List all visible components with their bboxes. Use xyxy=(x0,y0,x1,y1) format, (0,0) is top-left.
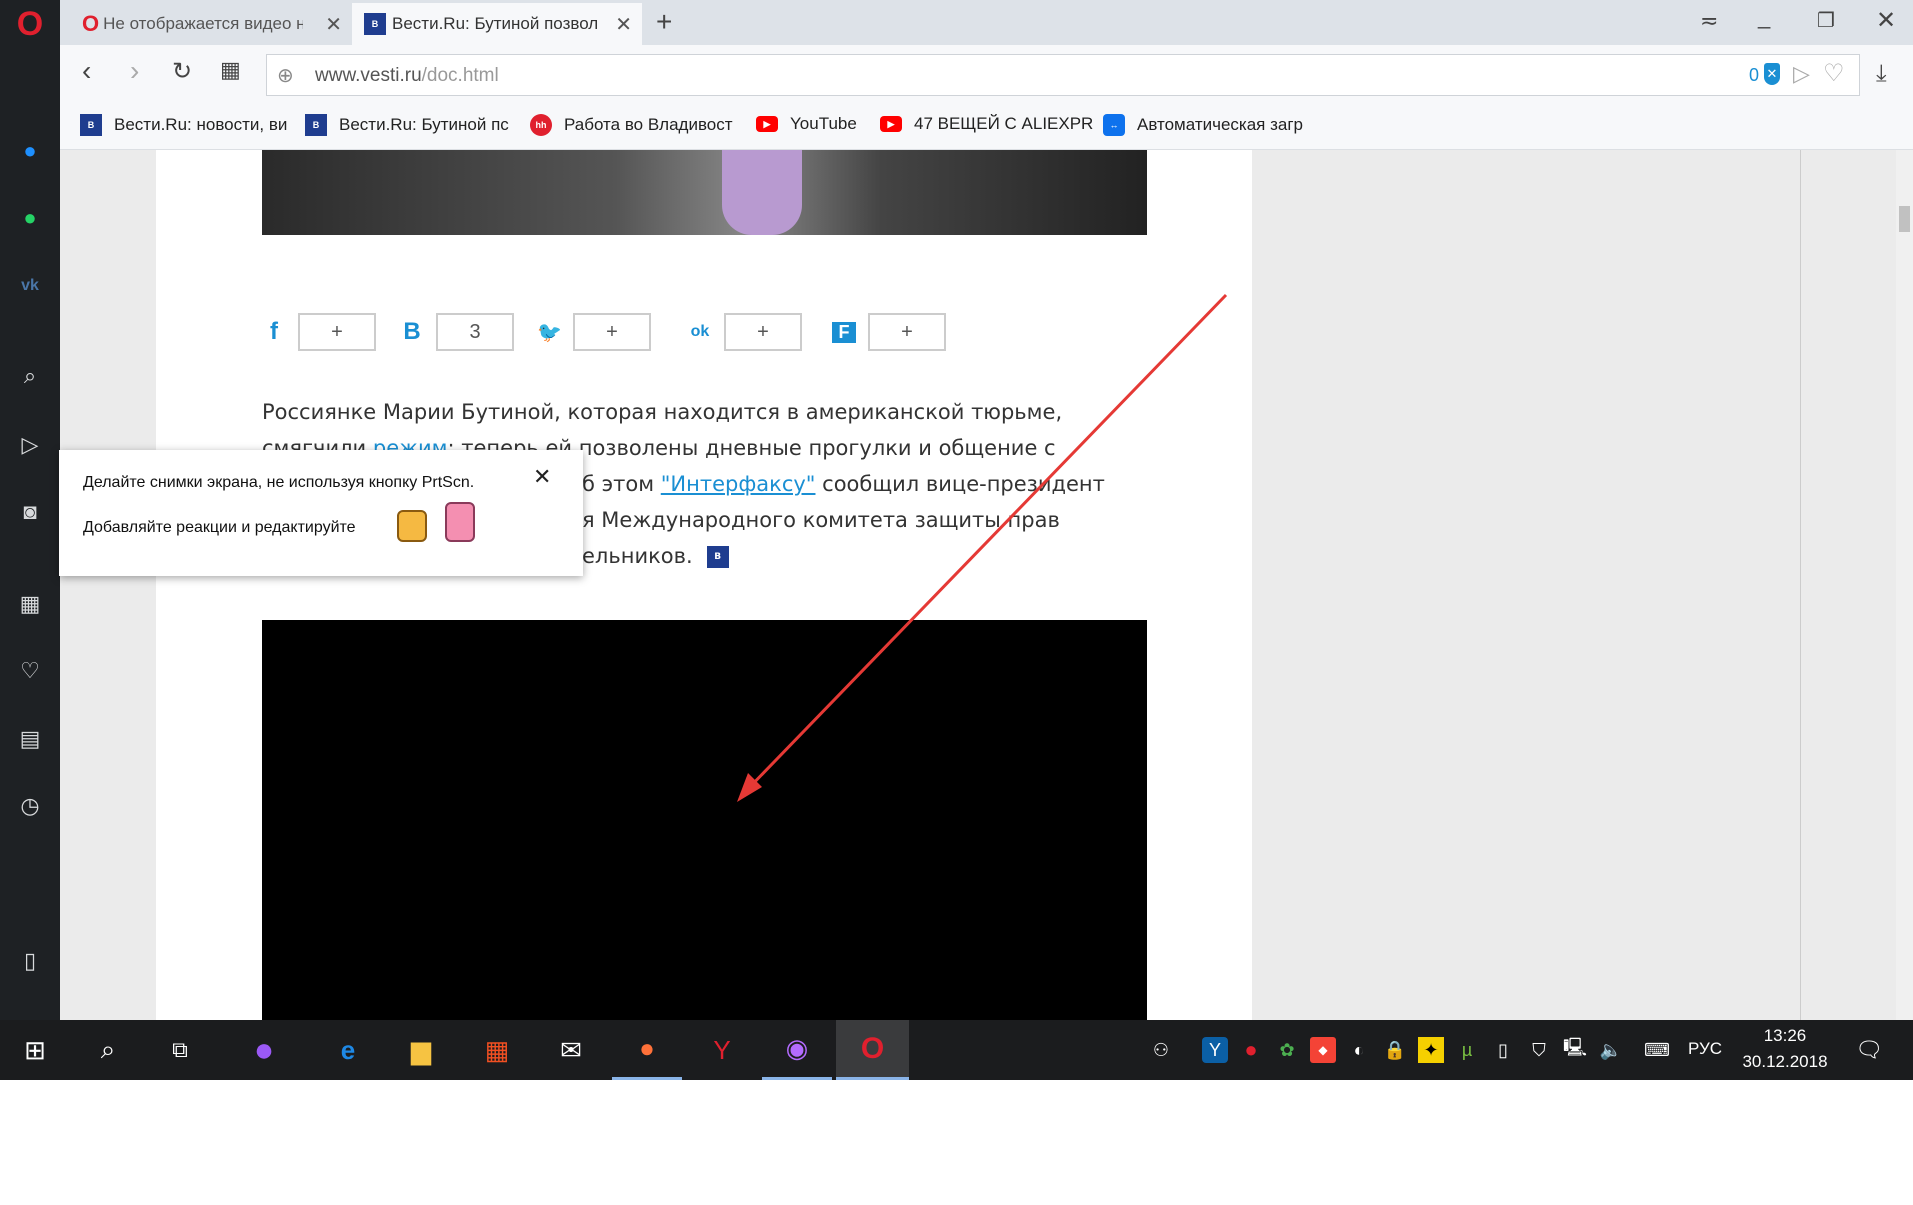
anydesk-icon[interactable]: ◆ xyxy=(1310,1037,1336,1063)
clock[interactable]: 13:26 30.12.2018 xyxy=(1740,1026,1830,1072)
volume-icon[interactable]: 🔈 xyxy=(1598,1037,1624,1063)
taskbar: ⊞ ⌕ ⧉ ● e ▆ ▦ ✉ ● Y ◉ O ⚇ Y ● ✿ ◆ ◐ 🔒 ✦ … xyxy=(0,1020,1913,1080)
lock-icon[interactable]: 🔒 xyxy=(1382,1037,1408,1063)
arrow-line xyxy=(743,293,1228,794)
popup-text: Добавляйте реакции и редактируйте xyxy=(83,519,356,536)
mail-icon[interactable]: ✉ xyxy=(536,1020,606,1080)
opera-taskbar-icon[interactable]: O xyxy=(836,1020,909,1080)
clock-time: 13:26 xyxy=(1763,1026,1807,1045)
network-icon[interactable]: 🖳 xyxy=(1562,1037,1588,1063)
tray-app-icon[interactable]: ✦ xyxy=(1418,1037,1444,1063)
task-view-icon[interactable]: ⧉ xyxy=(145,1020,215,1080)
icq-icon[interactable]: ✿ xyxy=(1274,1037,1300,1063)
people-icon[interactable]: ⚇ xyxy=(1148,1037,1174,1063)
tray-app-icon[interactable]: Y xyxy=(1202,1037,1228,1063)
usb-icon[interactable]: ▯ xyxy=(1490,1037,1516,1063)
media-app-icon[interactable]: ◉ xyxy=(762,1020,832,1080)
notifications-icon[interactable]: 🗨 xyxy=(1855,1037,1883,1063)
windows-start-icon[interactable]: ⊞ xyxy=(0,1020,70,1080)
file-explorer-icon[interactable]: ▆ xyxy=(386,1020,456,1080)
defender-icon[interactable]: ⛉ xyxy=(1526,1037,1552,1063)
edge-icon[interactable]: e xyxy=(313,1020,383,1080)
cortana-mic-icon[interactable]: ● xyxy=(229,1020,299,1080)
search-icon[interactable]: ⌕ xyxy=(73,1020,143,1080)
reaction-emoji-icon xyxy=(397,510,427,542)
close-icon[interactable]: ✕ xyxy=(533,464,551,490)
tray-app-icon[interactable]: ◐ xyxy=(1346,1037,1372,1063)
language-indicator[interactable]: РУС xyxy=(1688,1039,1722,1059)
firefox-icon[interactable]: ● xyxy=(612,1020,682,1080)
utorrent-icon[interactable]: µ xyxy=(1454,1037,1480,1063)
record-icon[interactable]: ● xyxy=(1238,1037,1264,1063)
keyboard-icon[interactable]: ⌨ xyxy=(1640,1037,1674,1063)
popup-text: Делайте снимки экрана, не используя кноп… xyxy=(83,474,475,491)
reaction-emoji-icon xyxy=(445,502,475,542)
store-icon[interactable]: ▦ xyxy=(462,1020,532,1080)
clock-date: 30.12.2018 xyxy=(1742,1052,1828,1071)
screenshot-tip-popup: Делайте снимки экрана, не используя кноп… xyxy=(59,450,583,576)
yandex-browser-icon[interactable]: Y xyxy=(687,1020,757,1080)
